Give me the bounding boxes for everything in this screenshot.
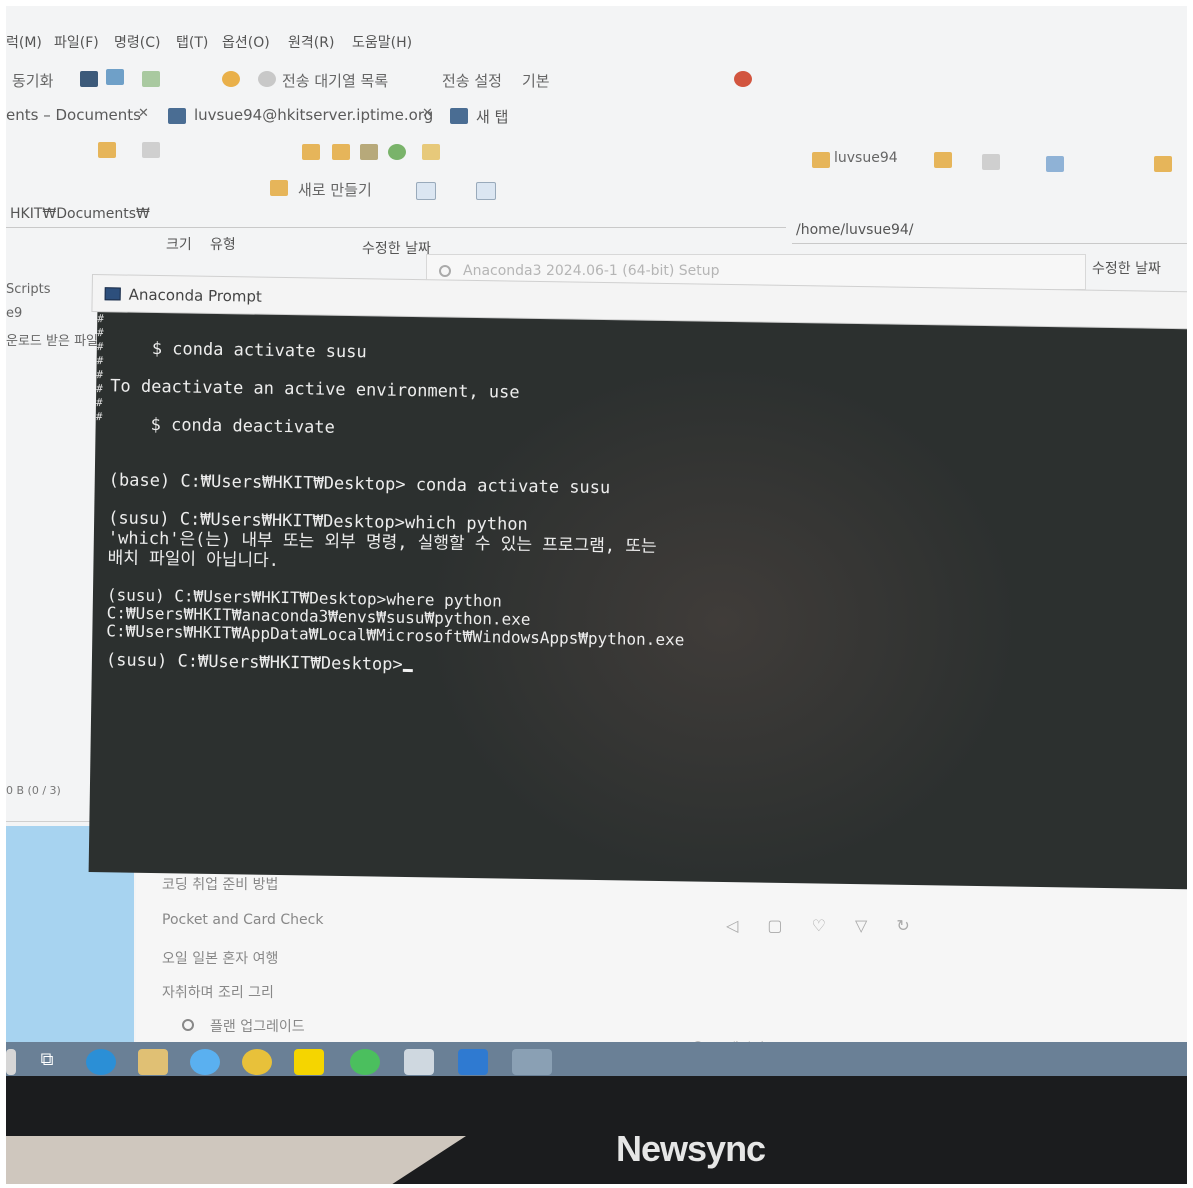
console-scroll-marks: # # # # # # # #	[95, 312, 105, 424]
folder-icon[interactable]	[934, 152, 952, 168]
upgrade-plan-button[interactable]: 플랜 업그레이드	[210, 1016, 305, 1036]
menu-item-bookmark[interactable]: 럭(M)	[6, 32, 42, 52]
local-path-bar[interactable]: HKIT₩Documents₩	[6, 202, 786, 228]
console-line: $ conda deactivate	[109, 414, 335, 438]
chat-history-item[interactable]: 자취하며 조리 그리	[162, 982, 274, 1002]
console-line: 배치 파일이 아닙니다.	[107, 548, 280, 571]
menu-item-remote[interactable]: 원격(R)	[288, 32, 334, 52]
list-item[interactable]: Scripts	[6, 282, 50, 297]
installer-icon	[439, 265, 451, 277]
open-folder-icon[interactable]	[302, 144, 320, 160]
task-view-icon[interactable]: ⧉	[34, 1049, 60, 1075]
column-type[interactable]: 유형	[210, 234, 236, 254]
vscode-icon[interactable]	[458, 1049, 488, 1075]
menu-item-help[interactable]: 도움말(H)	[352, 32, 412, 52]
home-icon[interactable]	[360, 144, 378, 160]
remote-path: /home/luvsue94/	[796, 222, 914, 238]
anaconda-prompt-task-icon[interactable]	[512, 1049, 552, 1075]
column-size[interactable]: 크기	[166, 234, 192, 254]
chrome-icon[interactable]	[242, 1049, 272, 1075]
menu-item-tab[interactable]: 탭(T)	[176, 32, 208, 52]
column-remote-modified[interactable]: 수정한 날짜	[1092, 258, 1161, 278]
console-app-icon	[104, 287, 121, 301]
session-tabs: ents – Documents ✕ luvsue94@hkitserver.i…	[6, 102, 1187, 130]
edge-icon[interactable]	[86, 1049, 116, 1075]
find-icon[interactable]	[422, 144, 440, 160]
transfer-icon[interactable]	[106, 69, 124, 85]
menu-item-command[interactable]: 명령(C)	[114, 32, 160, 52]
monitor-brand-logo: Newsync	[616, 1128, 766, 1169]
new-folder-icon	[270, 180, 288, 196]
queue-icon	[258, 71, 276, 87]
folder-icon[interactable]	[98, 142, 116, 158]
file-toolbar: luvsue94	[6, 134, 1187, 172]
console-prompt: (susu) C:₩Users₩HKIT₩Desktop>	[105, 650, 403, 675]
main-toolbar: 동기화 전송 대기열 목록 전송 설정 기본	[6, 62, 1187, 98]
terminal-icon[interactable]	[80, 71, 98, 87]
menu-item-file[interactable]: 파일(F)	[54, 32, 99, 52]
console-line: $ conda activate susu	[110, 338, 367, 363]
app-icon[interactable]	[350, 1049, 380, 1075]
start-edge[interactable]	[6, 1049, 16, 1075]
app-icon[interactable]	[190, 1049, 220, 1075]
transfer-settings-select[interactable]: 기본	[522, 70, 550, 91]
taskbar: ⧉	[6, 1042, 1187, 1076]
list-item[interactable]: e9	[6, 306, 22, 321]
sync-button[interactable]: 동기화	[12, 70, 53, 91]
gear-icon[interactable]	[222, 71, 240, 87]
tab-remote-session[interactable]: luvsue94@hkitserver.iptime.org	[194, 106, 433, 124]
list-item[interactable]: 운로드 받은 파일	[6, 330, 98, 349]
console-output[interactable]: # # # # # # # # $ conda activate susu To deacti…	[88, 312, 1187, 890]
compare-icon[interactable]	[142, 71, 160, 87]
remote-folder-icon	[812, 152, 830, 168]
filter-icon[interactable]	[982, 154, 1000, 170]
remote-user-folder[interactable]: luvsue94	[834, 150, 898, 166]
new-button[interactable]: 새로 만들기	[298, 179, 372, 200]
queue-list-button[interactable]: 전송 대기열 목록	[282, 70, 388, 91]
winscp-icon[interactable]	[404, 1049, 434, 1075]
column-modified[interactable]: 수정한 날짜	[362, 238, 431, 258]
tab-local-documents[interactable]: ents – Documents	[6, 106, 141, 124]
parent-folder-icon[interactable]	[332, 144, 350, 160]
local-path: HKIT₩Documents₩	[10, 206, 150, 222]
close-icon[interactable]: ✕	[422, 106, 433, 121]
file-actions: 새로 만들기	[6, 170, 1187, 202]
setup-dialog-title: Anaconda3 2024.06-1 (64-bit) Setup	[463, 263, 720, 279]
refresh-icon[interactable]	[388, 144, 406, 160]
transfer-settings-label: 전송 설정	[442, 72, 502, 90]
tab-new[interactable]: 새 탭	[476, 106, 508, 127]
kakaotalk-icon[interactable]	[294, 1049, 324, 1075]
monitor-icon	[168, 108, 186, 124]
text-cursor	[402, 668, 413, 673]
filter-icon[interactable]	[142, 142, 160, 158]
menu-bar: 럭(M) 파일(F) 명령(C) 탭(T) 옵션(O) 원격(R) 도움말(H)	[6, 28, 1187, 54]
filter-icon[interactable]	[476, 182, 496, 200]
upgrade-icon	[182, 1019, 194, 1031]
file-explorer-icon[interactable]	[138, 1049, 168, 1075]
remote-path-bar[interactable]: /home/luvsue94/	[792, 218, 1187, 244]
console-line: To deactivate an active environment, use	[110, 376, 520, 403]
desk-surface	[6, 1136, 466, 1184]
add-icon[interactable]	[416, 182, 436, 200]
anaconda-prompt-window[interactable]: Anaconda Prompt # # # # # # # # $ conda activat…	[82, 274, 1187, 931]
close-icon[interactable]: ✕	[138, 106, 149, 121]
new-tab-icon	[450, 108, 468, 124]
refresh-icon[interactable]	[734, 71, 752, 87]
chat-history-item[interactable]: 오일 일본 혼자 여행	[162, 948, 278, 968]
monitor-screen: 럭(M) 파일(F) 명령(C) 탭(T) 옵션(O) 원격(R) 도움말(H)…	[6, 6, 1187, 1076]
menu-item-options[interactable]: 옵션(O)	[222, 32, 270, 52]
console-title: Anaconda Prompt	[128, 285, 262, 306]
local-status: 0 B (0 / 3)	[6, 784, 61, 797]
console-prompt-line[interactable]: (susu) C:₩Users₩HKIT₩Desktop>	[106, 650, 413, 675]
photo-frame: 럭(M) 파일(F) 명령(C) 탭(T) 옵션(O) 원격(R) 도움말(H)…	[6, 6, 1187, 1184]
